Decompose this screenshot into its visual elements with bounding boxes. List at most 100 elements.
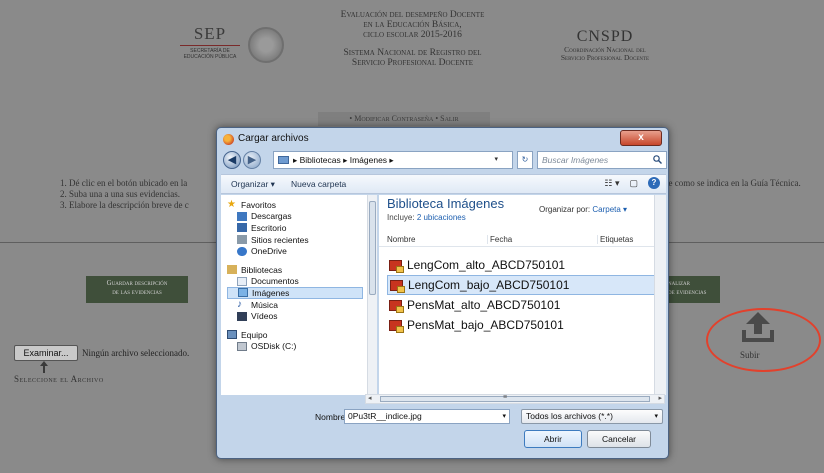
forward-arrow-icon[interactable]: ▶ (243, 151, 261, 169)
computer-icon (227, 330, 237, 340)
save-description-line-1: Guardar descripción (106, 279, 168, 287)
instruction-tail: te como se indica en la Guía Técnica. (666, 178, 801, 188)
locations-link[interactable]: 2 ubicaciones (417, 213, 466, 222)
file-type-select[interactable]: Todos los archivos (*.*) ▾ (521, 409, 663, 424)
chevron-down-icon[interactable]: ▾ (494, 152, 498, 168)
library-folder-icon (278, 156, 289, 164)
search-placeholder: Buscar Imágenes (542, 155, 609, 165)
file-name: PensMat_alto_ABCD750101 (407, 298, 561, 312)
dialog-titlebar: Cargar archivos (223, 131, 309, 147)
scroll-left-icon[interactable]: ◂ (368, 394, 372, 402)
new-folder-button[interactable]: Nueva carpeta (291, 179, 346, 189)
search-icon (653, 155, 662, 164)
filename-input[interactable]: 0Pu3tR__indice.jpg ▾ (344, 409, 510, 424)
chevron-down-icon[interactable]: ▾ (502, 410, 506, 423)
nav-favoritos[interactable]: ★ Favoritos (227, 199, 363, 211)
nav-label: Bibliotecas (241, 264, 283, 275)
sep-subtitle: SECRETARÍA DE EDUCACIÓN PÚBLICA (183, 48, 237, 60)
pictures-icon (238, 288, 248, 298)
instruction-3: 3. Elabore la descripción breve de c (60, 200, 189, 210)
top-nav-links[interactable]: • Modificar Contraseña • Salir (318, 112, 490, 126)
dialog-title: Cargar archivos (238, 133, 309, 144)
upload-dialog: Cargar archivos x ◀ ▶ ▸ Bibliotecas ▸ Im… (216, 127, 669, 459)
cnspd-title: CNSPD (576, 28, 634, 45)
no-file-label: Ningún archivo seleccionado. (82, 348, 190, 358)
column-tags[interactable]: Etiquetas (597, 235, 633, 244)
nav-documentos[interactable]: Documentos (227, 276, 363, 288)
recent-places-icon (237, 235, 247, 245)
nav-label: Favoritos (241, 199, 276, 210)
includes-label: Incluye: (387, 213, 415, 222)
horizontal-scrollbar[interactable]: ◂ ≡ ▸ (365, 394, 665, 404)
nav-tree: ★ Favoritos Descargas Escritorio Sitios r… (227, 199, 363, 352)
address-bar[interactable]: ▸ Bibliotecas ▸ Imágenes ▸ ▾ (273, 151, 513, 169)
registry-line-2: Servicio Profesional Docente (351, 58, 474, 68)
nav-label: OneDrive (251, 246, 287, 257)
finalize-line-1: nalizar (668, 279, 690, 287)
scroll-thumb[interactable] (369, 201, 376, 295)
file-list: LengCom_alto_ABCD750101 LengCom_bajo_ABC… (387, 255, 665, 335)
instruction-1: 1. Dé clic en el botón ubicado en la (60, 178, 188, 188)
nav-onedrive[interactable]: OneDrive (227, 245, 363, 257)
column-headers: Nombre Fecha Etiquetas (379, 231, 666, 247)
content-scrollbar[interactable] (654, 195, 666, 395)
file-item-selected[interactable]: LengCom_bajo_ABCD750101 (387, 275, 665, 295)
file-item[interactable]: LengCom_alto_ABCD750101 (387, 255, 665, 275)
preview-pane-icon[interactable]: ▢ (629, 178, 638, 189)
nav-label: Vídeos (251, 311, 278, 322)
image-file-icon (389, 319, 404, 333)
file-item[interactable]: PensMat_alto_ABCD750101 (387, 295, 665, 315)
eval-line-3: ciclo escolar 2015-2016 (363, 30, 462, 40)
help-icon[interactable]: ? (648, 177, 660, 189)
nav-sitios-recientes[interactable]: Sitios recientes (227, 234, 363, 246)
organize-menu[interactable]: Organizar ▾ (231, 179, 275, 190)
file-item[interactable]: PensMat_bajo_ABCD750101 (387, 315, 665, 335)
file-name: LengCom_alto_ABCD750101 (407, 258, 566, 272)
nav-escritorio[interactable]: Escritorio (227, 222, 363, 234)
cancel-button[interactable]: Cancelar (587, 430, 651, 448)
nav-musica[interactable]: ♪ Música (227, 299, 363, 311)
header-center: Evaluación del desempeño Docente en la E… (320, 10, 505, 68)
close-button[interactable]: x (620, 130, 662, 146)
arrow-up-icon (40, 361, 48, 373)
image-file-icon (389, 299, 404, 313)
refresh-icon[interactable]: ↻ (517, 151, 533, 169)
arrange-dropdown[interactable]: Carpeta ▾ (592, 205, 627, 214)
view-options-icon[interactable]: ☷ ▾ (604, 178, 619, 189)
eval-line-1: Evaluación del desempeño Docente (340, 10, 485, 20)
scroll-thumb[interactable]: ≡ (380, 394, 650, 402)
finalize-evidence-button[interactable]: nalizar de evidencias (666, 276, 720, 303)
nav-videos[interactable]: Vídeos (227, 310, 363, 322)
documents-icon (237, 276, 247, 286)
column-name[interactable]: Nombre (387, 235, 415, 244)
nav-label: Imágenes (252, 287, 290, 298)
nav-label: OSDisk (C:) (251, 341, 297, 352)
breadcrumb[interactable]: ▸ Bibliotecas ▸ Imágenes ▸ (293, 152, 394, 168)
instructions-list: 1. Dé clic en el botón ubicado en la 2. … (60, 178, 220, 211)
nav-label: Música (251, 299, 278, 310)
scroll-right-icon[interactable]: ▸ (658, 394, 662, 402)
search-input[interactable]: Buscar Imágenes (537, 151, 667, 169)
nav-imagenes[interactable]: Imágenes (227, 287, 363, 299)
music-icon: ♪ (237, 299, 242, 311)
nav-equipo[interactable]: Equipo (227, 329, 363, 341)
grip-icon: ≡ (503, 394, 508, 401)
highlight-circle (706, 308, 821, 372)
chevron-down-icon[interactable]: ▾ (654, 410, 658, 423)
column-date[interactable]: Fecha (487, 235, 512, 244)
save-description-button[interactable]: Guardar descripción de las evidencias (86, 276, 188, 303)
file-name: LengCom_bajo_ABCD750101 (408, 278, 570, 292)
nav-bibliotecas[interactable]: Bibliotecas (227, 264, 363, 276)
downloads-icon (237, 211, 247, 221)
open-button[interactable]: Abrir (524, 430, 582, 448)
nav-descargas[interactable]: Descargas (227, 211, 363, 223)
cnspd-line-2: Servicio Profesional Docente (560, 53, 650, 62)
nav-osdisk[interactable]: OSDisk (C:) (227, 341, 363, 353)
star-icon: ★ (227, 199, 236, 211)
videos-icon (237, 311, 247, 321)
browse-button[interactable]: Examinar... (14, 345, 78, 361)
select-file-label: Seleccione el Archivo (14, 374, 104, 384)
nav-scrollbar[interactable] (367, 195, 377, 395)
save-description-line-2: de las evidencias (112, 288, 162, 296)
back-arrow-icon[interactable]: ◀ (223, 151, 241, 169)
